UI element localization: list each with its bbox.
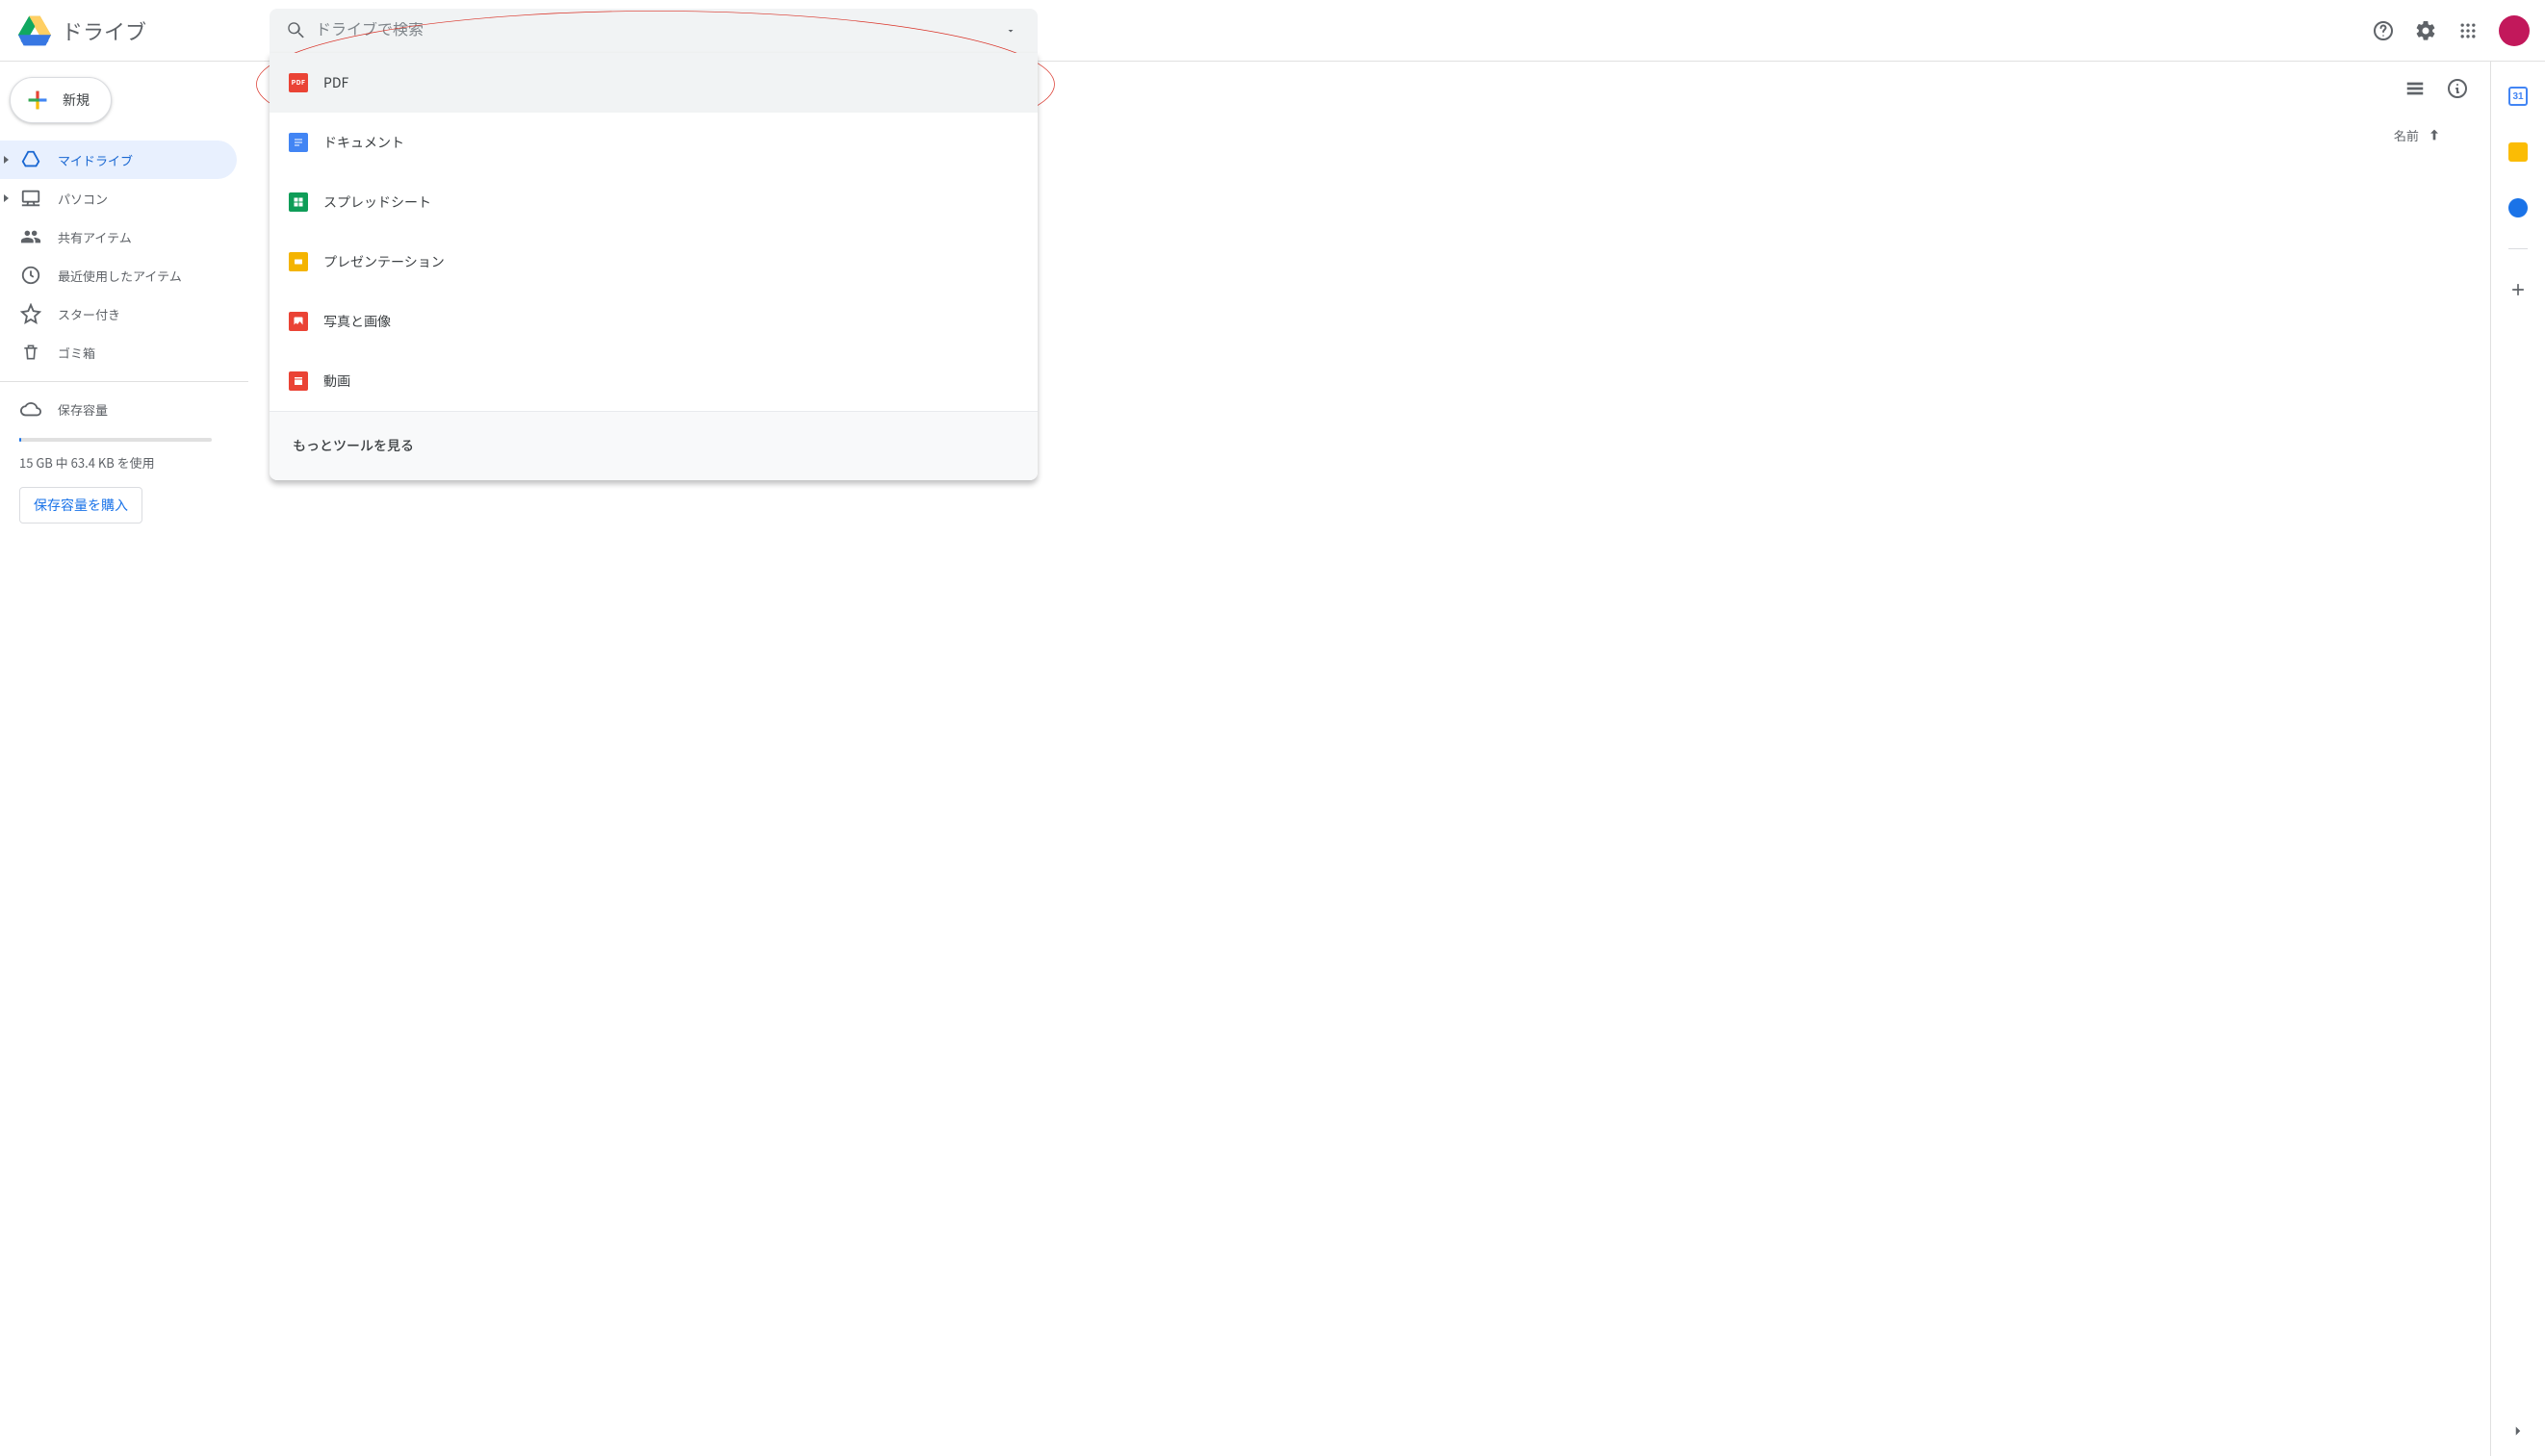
nav-label: マイドライブ [58, 151, 133, 169]
search-wrap: PDF PDF ドキュメント スプレッドシート プレゼンテーション [270, 9, 1038, 53]
suggestion-label: プレゼンテーション [323, 252, 445, 271]
plus-icon [24, 87, 51, 114]
gear-icon[interactable] [2406, 12, 2445, 50]
right-rail: 31 [2491, 62, 2545, 1456]
header-icons [2364, 12, 2530, 50]
suggestion-label: ドキュメント [323, 133, 404, 152]
keep-icon [2508, 142, 2528, 162]
storage-text: 15 GB 中 63.4 KB を使用 [19, 453, 229, 472]
search-bar[interactable] [270, 9, 1038, 53]
rail-add-app[interactable] [2499, 270, 2537, 309]
new-button[interactable]: 新規 [10, 77, 112, 123]
info-icon[interactable] [2438, 69, 2477, 108]
shared-icon [19, 226, 42, 247]
image-icon [289, 312, 308, 331]
sidebar-item-shared[interactable]: 共有アイテム [0, 217, 237, 256]
mydrive-icon [19, 149, 42, 170]
suggestion-image[interactable]: 写真と画像 [270, 292, 1038, 351]
account-avatar[interactable] [2499, 15, 2530, 46]
rail-app-tasks[interactable] [2499, 189, 2537, 227]
rail-collapse-icon[interactable] [2499, 1412, 2537, 1450]
nav-label: 最近使用したアイテム [58, 267, 182, 285]
suggestion-footer-label: もっとツールを見る [293, 436, 414, 455]
sidebar-item-trash[interactable]: ゴミ箱 [0, 333, 237, 371]
tasks-icon [2508, 198, 2528, 217]
list-view-icon[interactable] [2396, 69, 2434, 108]
suggestion-label: スプレッドシート [323, 192, 431, 212]
nav-label: パソコン [58, 190, 108, 208]
divider [2508, 248, 2528, 249]
search-options-caret-icon[interactable] [991, 12, 1030, 50]
presentation-icon [289, 252, 308, 271]
expand-caret-icon[interactable] [4, 156, 9, 164]
search-input[interactable] [316, 22, 991, 39]
rail-app-calendar[interactable]: 31 [2499, 77, 2537, 115]
suggestion-video[interactable]: 動画 [270, 351, 1038, 411]
arrow-up-icon [2427, 127, 2442, 142]
document-icon [289, 133, 308, 152]
search-icon[interactable] [277, 12, 316, 50]
sidebar: 新規 マイドライブ パソコン 共有アイテム [0, 62, 248, 1456]
nav-label: ゴミ箱 [58, 344, 95, 362]
buy-storage-button[interactable]: 保存容量を購入 [19, 487, 142, 524]
apps-grid-icon[interactable] [2449, 12, 2487, 50]
help-icon[interactable] [2364, 12, 2403, 50]
rail-app-keep[interactable] [2499, 133, 2537, 171]
sidebar-item-computers[interactable]: パソコン [0, 179, 237, 217]
suggestion-spreadsheet[interactable]: スプレッドシート [270, 172, 1038, 232]
suggestion-label: 動画 [323, 371, 350, 391]
sidebar-item-storage[interactable]: 保存容量 [0, 390, 237, 428]
suggestion-more-tools[interactable]: もっとツールを見る [270, 411, 1038, 480]
clock-icon [19, 265, 42, 286]
sidebar-item-starred[interactable]: スター付き [0, 294, 237, 333]
pdf-icon: PDF [289, 73, 308, 92]
new-button-label: 新規 [63, 90, 90, 110]
computer-icon [19, 188, 42, 209]
video-icon [289, 371, 308, 391]
calendar-icon: 31 [2508, 87, 2528, 106]
nav-label: スター付き [58, 305, 120, 323]
column-name-sort[interactable]: 名前 [2394, 126, 2442, 144]
nav-label: 保存容量 [58, 400, 108, 419]
drive-logo-icon [15, 12, 54, 50]
suggestion-presentation[interactable]: プレゼンテーション [270, 232, 1038, 292]
plus-icon [2508, 280, 2528, 299]
nav-label: 共有アイテム [58, 228, 132, 246]
star-icon [19, 303, 42, 324]
spreadsheet-icon [289, 192, 308, 212]
column-name-label: 名前 [2394, 126, 2419, 144]
storage-block: 15 GB 中 63.4 KB を使用 保存容量を購入 [0, 428, 248, 524]
search-suggestions: PDF PDF ドキュメント スプレッドシート プレゼンテーション [270, 53, 1038, 480]
brand[interactable]: ドライブ [15, 12, 254, 50]
suggestion-label: PDF [323, 73, 348, 92]
divider [0, 381, 248, 382]
header: ドライブ PDF PDF ドキュメント [0, 0, 2545, 62]
suggestion-pdf[interactable]: PDF PDF [270, 53, 1038, 113]
storage-bar [19, 438, 212, 442]
expand-caret-icon[interactable] [4, 194, 9, 202]
suggestion-label: 写真と画像 [323, 312, 391, 331]
sidebar-item-mydrive[interactable]: マイドライブ [0, 140, 237, 179]
sidebar-item-recent[interactable]: 最近使用したアイテム [0, 256, 237, 294]
brand-title: ドライブ [62, 15, 146, 46]
trash-icon [19, 343, 42, 362]
nav: マイドライブ パソコン 共有アイテム 最近使用したアイテム [0, 140, 248, 428]
suggestion-document[interactable]: ドキュメント [270, 113, 1038, 172]
cloud-icon [19, 398, 42, 420]
